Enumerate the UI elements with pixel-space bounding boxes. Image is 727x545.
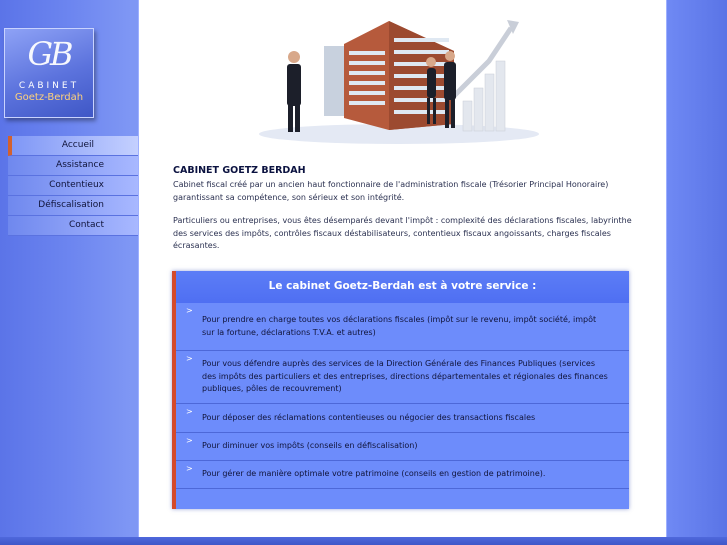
right-background bbox=[667, 0, 727, 545]
chevron-right-icon: > bbox=[186, 436, 193, 445]
service-item-text: Pour déposer des réclamations contentieu… bbox=[202, 412, 536, 422]
service-item: > Pour diminuer vos impôts (conseils en … bbox=[176, 433, 629, 461]
hero-illustration bbox=[259, 20, 539, 144]
intro-paragraph-2: Particuliers ou entreprises, vous êtes d… bbox=[173, 216, 632, 250]
service-item: > Pour déposer des réclamations contenti… bbox=[176, 404, 629, 433]
logo-monogram: GB bbox=[27, 35, 73, 73]
page-title: CABINET GOETZ BERDAH bbox=[173, 165, 306, 176]
service-item: > Pour prendre en charge toutes vos décl… bbox=[176, 303, 629, 351]
intro-paragraph-1: Cabinet fiscal créé par un ancien haut f… bbox=[173, 180, 609, 202]
service-item: > Pour vous défendre auprès des services… bbox=[176, 351, 629, 404]
chevron-right-icon: > bbox=[186, 306, 193, 315]
service-item-text: Pour vous défendre auprès des services d… bbox=[202, 359, 608, 394]
service-item: > Pour gérer de manière optimale votre p… bbox=[176, 461, 629, 489]
menu-item-defiscalisation[interactable]: Défiscalisation bbox=[8, 196, 138, 216]
main-content: CABINET GOETZ BERDAH Cabinet fiscal créé… bbox=[138, 0, 667, 537]
chevron-right-icon: > bbox=[186, 464, 193, 473]
services-panel: Le cabinet Goetz-Berdah est à votre serv… bbox=[172, 271, 629, 509]
service-item-text: Pour prendre en charge toutes vos déclar… bbox=[202, 315, 597, 337]
logo-text-cabinet: CABINET bbox=[18, 81, 80, 91]
menu-item-contentieux[interactable]: Contentieux bbox=[8, 176, 138, 196]
menu-item-accueil[interactable]: Accueil bbox=[8, 136, 138, 156]
chevron-right-icon: > bbox=[186, 407, 193, 416]
services-heading: Le cabinet Goetz-Berdah est à votre serv… bbox=[176, 271, 629, 303]
menu-item-contact[interactable]: Contact bbox=[8, 216, 138, 236]
chevron-right-icon: > bbox=[186, 354, 193, 363]
menu-item-assistance[interactable]: Assistance bbox=[8, 156, 138, 176]
service-item-text: Pour diminuer vos impôts (conseils en dé… bbox=[202, 441, 418, 451]
service-item-text: Pour gérer de manière optimale votre pat… bbox=[202, 469, 546, 479]
sidebar-menu: Accueil Assistance Contentieux Défiscali… bbox=[8, 136, 138, 236]
bottom-strip bbox=[0, 537, 727, 545]
logo-text-name: Goetz-Berdah bbox=[14, 92, 84, 103]
logo[interactable]: GB CABINET Goetz-Berdah bbox=[4, 28, 94, 118]
